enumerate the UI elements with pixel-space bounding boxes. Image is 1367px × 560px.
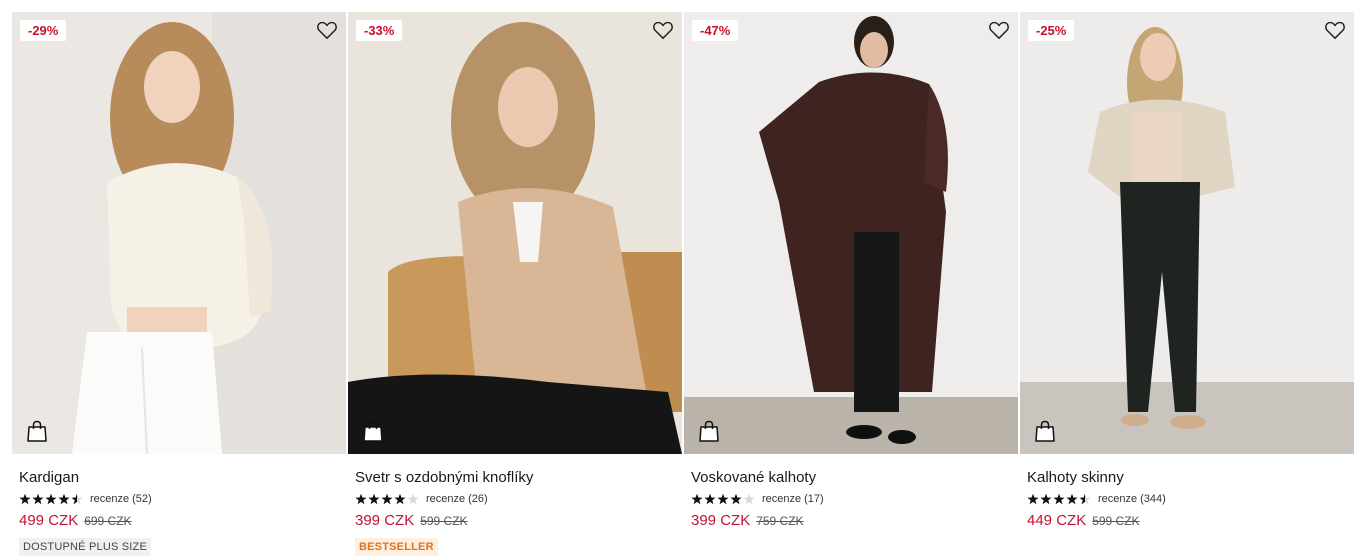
- reviews-label: recenze: [762, 493, 802, 505]
- discount-badge: -25%: [1028, 20, 1075, 41]
- current-price: 399 CZK: [691, 512, 751, 529]
- star-icon: [368, 493, 380, 505]
- reviews-label: recenze: [1098, 493, 1138, 505]
- star-icon: [730, 493, 742, 505]
- star-icon: [717, 493, 729, 505]
- product-card[interactable]: -47% Voskované kalhoty recenze (17) 399 …: [684, 12, 1018, 560]
- product-photo-svetr: [348, 12, 682, 454]
- product-tag: BESTSELLER: [355, 538, 438, 556]
- rating-stars: [355, 493, 419, 505]
- current-price: 449 CZK: [1027, 512, 1087, 529]
- discount-badge: -33%: [356, 20, 403, 41]
- product-photo-voskovane: [684, 12, 1018, 454]
- product-tag: DOSTUPNÉ PLUS SIZE: [19, 538, 152, 556]
- star-icon: [691, 493, 703, 505]
- product-photo-kardigan: [12, 12, 346, 454]
- star-icon: [381, 493, 393, 505]
- star-icon: [355, 493, 367, 505]
- product-name[interactable]: Kalhoty skinny: [1027, 469, 1347, 487]
- product-rating: recenze (52): [19, 492, 339, 506]
- original-price: 599 CZK: [1092, 514, 1140, 528]
- original-price: 699 CZK: [84, 514, 132, 528]
- star-icon: [45, 493, 57, 505]
- product-grid: -29% Kardigan recenze (52) 499 CZK 699 C…: [0, 0, 1367, 560]
- product-image[interactable]: -25%: [1020, 12, 1354, 454]
- star-icon: [1053, 493, 1065, 505]
- star-icon: [1066, 493, 1078, 505]
- product-photo-skinny: [1020, 12, 1354, 454]
- shopping-bag-icon[interactable]: [363, 420, 383, 442]
- heart-outline-icon[interactable]: [1324, 20, 1346, 40]
- original-price: 759 CZK: [756, 514, 804, 528]
- reviews-count: (52): [132, 493, 152, 505]
- product-rating: recenze (26): [355, 492, 675, 506]
- rating-stars: [1027, 493, 1091, 505]
- product-image[interactable]: -29%: [12, 12, 346, 454]
- reviews-count: (26): [468, 493, 488, 505]
- heart-outline-icon[interactable]: [988, 20, 1010, 40]
- star-icon: [32, 493, 44, 505]
- star-icon: [58, 493, 70, 505]
- star-icon: [19, 493, 31, 505]
- current-price: 399 CZK: [355, 512, 415, 529]
- price-row: 449 CZK 599 CZK: [1027, 512, 1347, 530]
- reviews-label: recenze: [426, 493, 466, 505]
- discount-badge: -47%: [692, 20, 739, 41]
- product-card[interactable]: -33% Svetr s ozdobnými knoflíky recenze …: [348, 12, 682, 560]
- rating-stars: [691, 493, 755, 505]
- product-card[interactable]: -25% Kalhoty skinny recenze (344) 449 CZ…: [1020, 12, 1354, 560]
- star-icon-empty: [743, 493, 755, 505]
- product-name[interactable]: Svetr s ozdobnými knoflíky: [355, 469, 675, 487]
- current-price: 499 CZK: [19, 512, 79, 529]
- reviews-label: recenze: [90, 493, 130, 505]
- product-name[interactable]: Voskované kalhoty: [691, 469, 1011, 487]
- shopping-bag-icon[interactable]: [27, 420, 47, 442]
- product-image[interactable]: -47%: [684, 12, 1018, 454]
- product-name[interactable]: Kardigan: [19, 469, 339, 487]
- star-icon: [1040, 493, 1052, 505]
- product-card[interactable]: -29% Kardigan recenze (52) 499 CZK 699 C…: [12, 12, 346, 560]
- reviews-count: (17): [804, 493, 824, 505]
- shopping-bag-icon[interactable]: [699, 420, 719, 442]
- price-row: 399 CZK 599 CZK: [355, 512, 675, 530]
- product-rating: recenze (17): [691, 492, 1011, 506]
- product-image[interactable]: -33%: [348, 12, 682, 454]
- heart-outline-icon[interactable]: [652, 20, 674, 40]
- price-row: 399 CZK 759 CZK: [691, 512, 1011, 530]
- discount-badge: -29%: [20, 20, 67, 41]
- product-rating: recenze (344): [1027, 492, 1347, 506]
- original-price: 599 CZK: [420, 514, 468, 528]
- star-icon-empty: [407, 493, 419, 505]
- reviews-count: (344): [1140, 493, 1166, 505]
- shopping-bag-icon[interactable]: [1035, 420, 1055, 442]
- star-icon: [1027, 493, 1039, 505]
- star-icon: [394, 493, 406, 505]
- price-row: 499 CZK 699 CZK: [19, 512, 339, 530]
- rating-stars: [19, 493, 83, 505]
- star-icon: [704, 493, 716, 505]
- heart-outline-icon[interactable]: [316, 20, 338, 40]
